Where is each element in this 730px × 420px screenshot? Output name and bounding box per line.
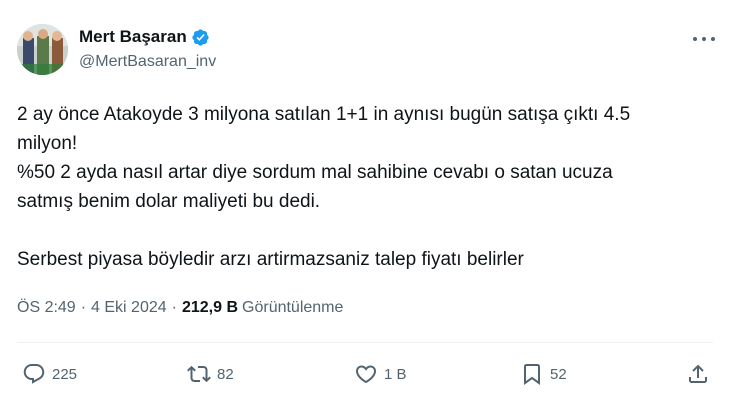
repost-button[interactable]: 82 (187, 359, 234, 389)
bookmark-icon (520, 362, 544, 386)
verified-badge-icon[interactable] (191, 28, 210, 47)
share-button[interactable] (686, 359, 710, 389)
repost-count: 82 (217, 365, 234, 383)
like-button[interactable]: 1 B (354, 359, 407, 389)
more-options-icon[interactable] (693, 30, 715, 48)
tweet-meta: ÖS 2:49 · 4 Eki 2024 · 212,9 B Görüntüle… (17, 299, 343, 317)
author-display-name[interactable]: Mert Başaran (79, 27, 187, 47)
author-handle[interactable]: @MertBasaran_inv (79, 53, 216, 71)
tweet-line: Serbest piyasa böyledir arzı artirmazsan… (17, 249, 524, 270)
action-bar: 225 82 1 B 52 (0, 359, 730, 389)
reply-icon (22, 362, 46, 386)
tweet-line: 2 ay önce Atakoyde 3 milyona satılan 1+1… (17, 104, 631, 125)
avatar[interactable] (17, 24, 68, 75)
author-name-row: Mert Başaran (79, 27, 210, 47)
divider (17, 342, 713, 343)
meta-separator: · (80, 299, 87, 316)
tweet-card: Mert Başaran @MertBasaran_inv 2 ay önce … (0, 0, 730, 420)
repost-icon (187, 362, 211, 386)
tweet-date[interactable]: 4 Eki 2024 (91, 299, 167, 317)
bookmark-button[interactable]: 52 (520, 359, 567, 389)
like-count: 1 B (384, 365, 407, 383)
tweet-line: %50 2 ayda nasıl artar diye sordum mal s… (17, 162, 613, 183)
tweet-line: milyon! (17, 133, 78, 154)
reply-button[interactable]: 225 (22, 359, 77, 389)
meta-separator: · (171, 299, 177, 316)
tweet-text: 2 ay önce Atakoyde 3 milyona satılan 1+1… (17, 100, 717, 274)
bookmark-count: 52 (550, 365, 567, 383)
views-count[interactable]: 212,9 B (182, 299, 238, 317)
tweet-time[interactable]: ÖS 2:49 (17, 299, 76, 317)
share-icon (686, 362, 710, 386)
views-label[interactable]: Görüntülenme (242, 299, 343, 317)
like-icon (354, 362, 378, 386)
reply-count: 225 (52, 365, 78, 383)
tweet-line: satmış benim dolar maliyeti bu dedi. (17, 191, 321, 212)
